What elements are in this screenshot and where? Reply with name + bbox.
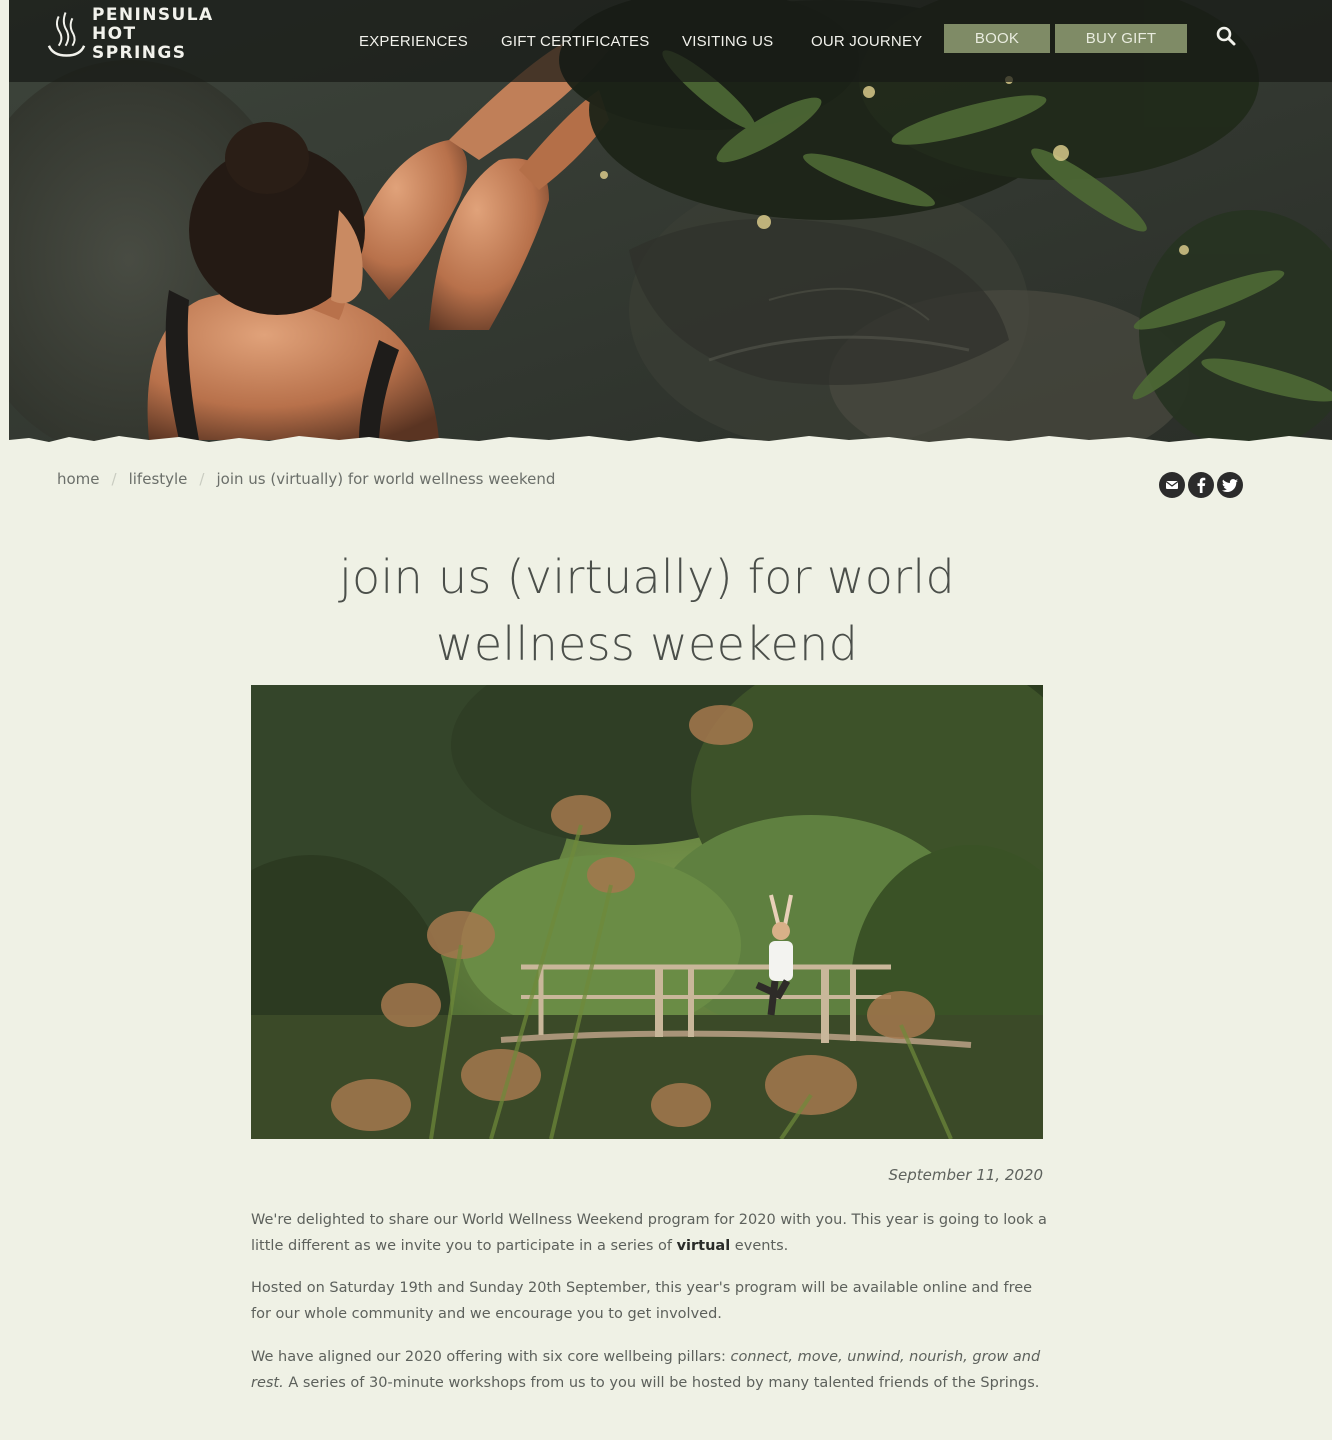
breadcrumb-separator: / xyxy=(111,470,117,488)
twitter-share-button[interactable] xyxy=(1217,472,1243,498)
paragraph-1-end: events. xyxy=(730,1238,789,1254)
paragraph-1-bold: virtual xyxy=(676,1238,731,1254)
paragraph-3-end: A series of 30-minute workshops from us … xyxy=(283,1375,1040,1391)
brand-logo[interactable]: PENINSULA HOT SPRINGS xyxy=(45,4,235,63)
email-icon xyxy=(1165,481,1179,489)
breadcrumb-lifestyle[interactable]: lifestyle xyxy=(129,470,188,488)
book-button[interactable]: BOOK xyxy=(944,24,1050,53)
breadcrumb-home[interactable]: home xyxy=(57,470,100,488)
nav-gift-certificates[interactable]: GIFT CERTIFICATES xyxy=(501,33,649,50)
steam-bowl-logo-icon xyxy=(47,12,86,57)
brand-line-2: HOT SPRINGS xyxy=(92,23,187,63)
paragraph-3-text: We have aligned our 2020 offering with s… xyxy=(251,1349,731,1365)
brand-line-1: PENINSULA xyxy=(92,4,214,25)
paragraph-1-text: We're delighted to share our World Welln… xyxy=(251,1212,1047,1254)
buy-gift-button[interactable]: BUY GIFT xyxy=(1055,24,1187,53)
article-feature-image xyxy=(251,685,1043,1139)
email-share-button[interactable] xyxy=(1159,472,1185,498)
nav-visiting-us[interactable]: VISITING US xyxy=(682,33,773,50)
article-date: September 11, 2020 xyxy=(888,1166,1043,1184)
page: PENINSULA HOT SPRINGS EXPERIENCES GIFT C… xyxy=(0,0,1332,1440)
brand-name: PENINSULA HOT SPRINGS xyxy=(92,4,235,63)
article-paragraph-3: We have aligned our 2020 offering with s… xyxy=(251,1344,1051,1396)
article-paragraph-1: We're delighted to share our World Welln… xyxy=(251,1207,1051,1259)
breadcrumb-current: join us (virtually) for world wellness w… xyxy=(216,470,556,488)
article-title: join us (virtually) for world wellness w… xyxy=(338,550,956,671)
search-icon[interactable] xyxy=(1215,25,1237,47)
share-buttons xyxy=(1159,472,1243,498)
article-paragraph-2: Hosted on Saturday 19th and Sunday 20th … xyxy=(251,1280,1033,1322)
top-navigation-bar: PENINSULA HOT SPRINGS EXPERIENCES GIFT C… xyxy=(9,0,1332,82)
breadcrumb: home / lifestyle / join us (virtually) for w… xyxy=(57,470,555,488)
twitter-icon xyxy=(1222,478,1238,492)
breadcrumb-separator: / xyxy=(199,470,205,488)
nav-our-journey[interactable]: OUR JOURNEY xyxy=(811,33,922,50)
facebook-share-button[interactable] xyxy=(1188,472,1214,498)
facebook-icon xyxy=(1197,477,1206,493)
nav-experiences[interactable]: EXPERIENCES xyxy=(359,33,468,50)
